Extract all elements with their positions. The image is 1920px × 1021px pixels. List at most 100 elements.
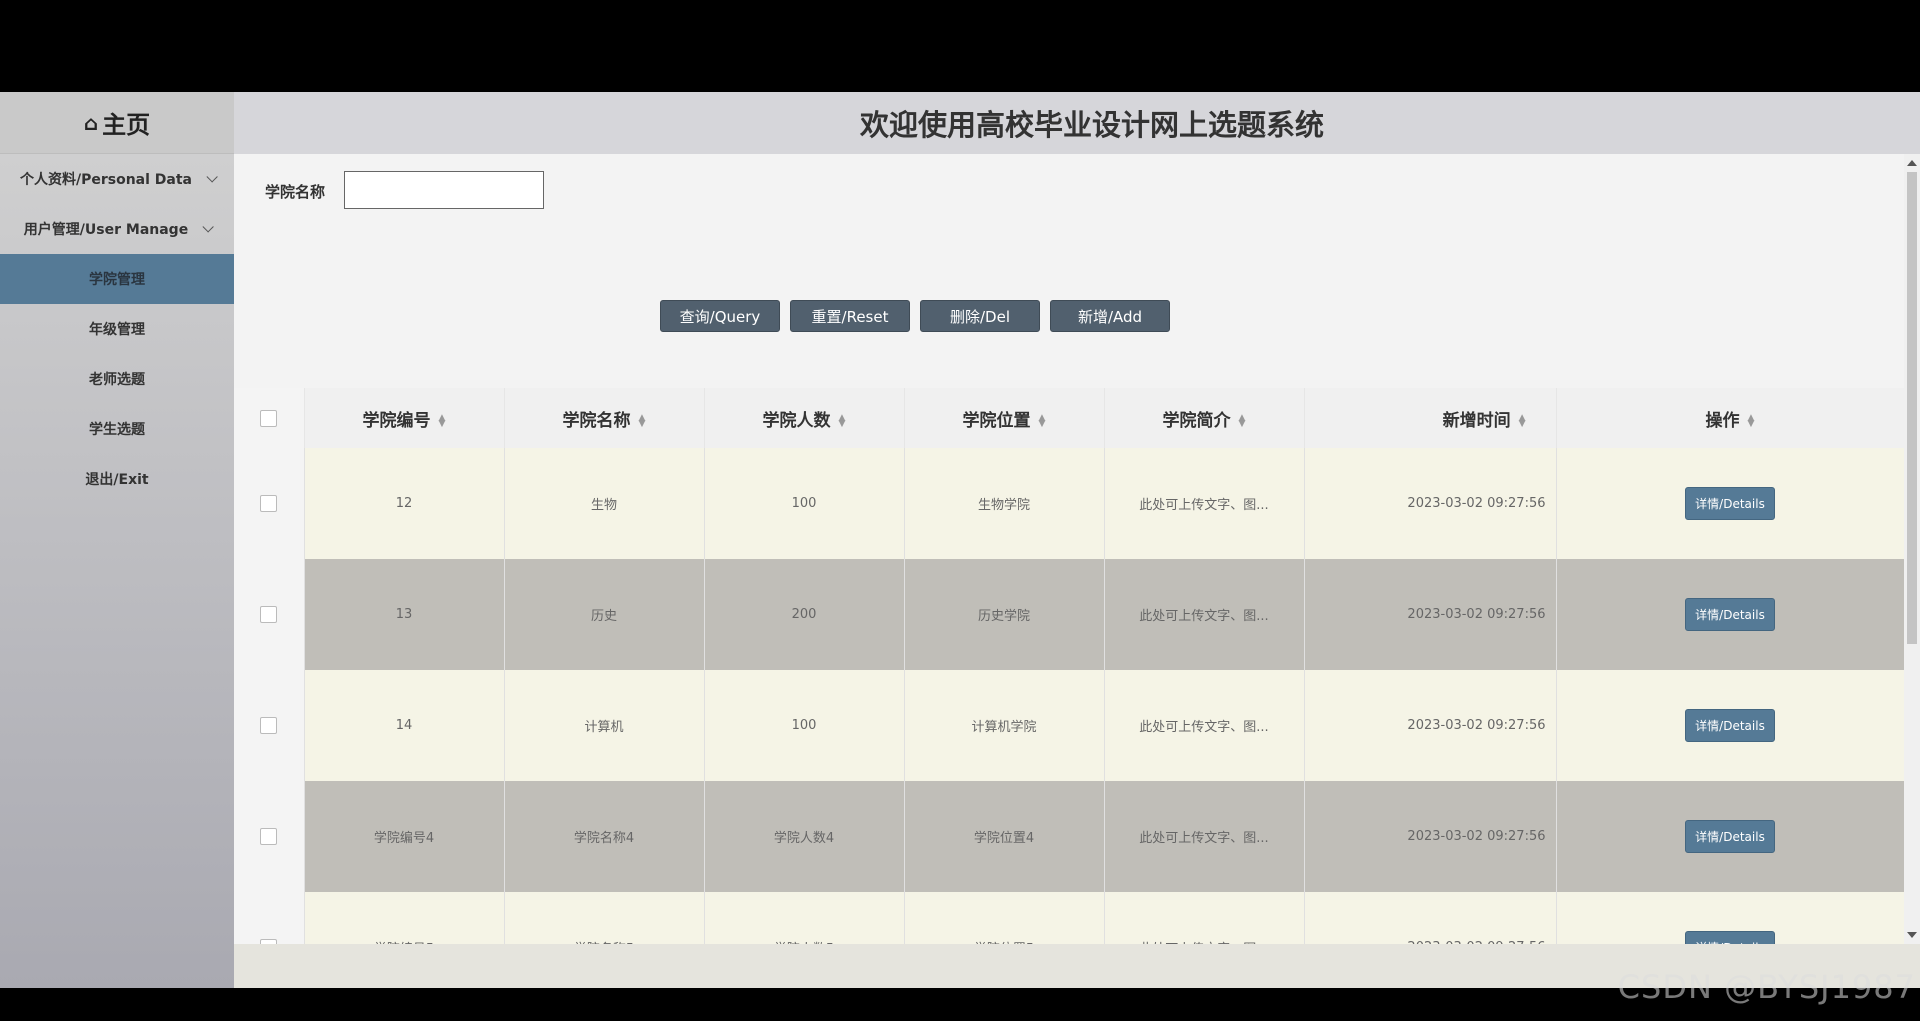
sidebar-item-student-topics[interactable]: 学生选题 [0, 404, 234, 454]
reset-button[interactable]: 重置/Reset [790, 300, 910, 332]
cell-location: 学院位置5 [904, 892, 1105, 944]
table-row: 学院编号5 学院名称5 学院人数5 学院位置5 此处可上传文字、图... 202… [234, 892, 1904, 944]
delete-button[interactable]: 删除/Del [920, 300, 1040, 332]
cell-location: 历史学院 [904, 559, 1105, 670]
row-checkbox[interactable] [260, 606, 278, 623]
row-checkbox[interactable] [260, 495, 278, 512]
cell-count: 学院人数4 [704, 781, 905, 892]
sidebar-item-label: 年级管理 [89, 322, 145, 338]
scroll-thumb[interactable] [1907, 172, 1917, 644]
scroll-up-icon[interactable] [1907, 160, 1917, 166]
sidebar-group-personal-data[interactable]: 个人资料/Personal Data [0, 154, 234, 204]
cell-location: 计算机学院 [904, 670, 1105, 781]
table-row: 13 历史 200 历史学院 此处可上传文字、图... 2023-03-02 0… [234, 559, 1904, 670]
cell-time: 2023-03-02 09:27:56 [1304, 781, 1557, 892]
details-button[interactable]: 详情/Details [1685, 598, 1775, 631]
cell-action: 详情/Details [1556, 670, 1904, 781]
cell-action: 详情/Details [1556, 559, 1904, 670]
cell-name: 历史 [504, 559, 705, 670]
sort-icon: ▲ ▼ [1038, 412, 1046, 429]
cell-action: 详情/Details [1556, 892, 1904, 944]
column-header[interactable]: 学院简介 ▲ ▼ [1104, 388, 1305, 448]
cell-name: 生物 [504, 448, 705, 559]
scroll-down-icon[interactable] [1907, 932, 1917, 938]
cell-count: 200 [704, 559, 905, 670]
select-all-checkbox[interactable] [260, 409, 278, 427]
cell-location: 学院位置4 [904, 781, 1105, 892]
cell-time: 2023-03-02 09:27:56 [1304, 892, 1557, 944]
cell-intro: 此处可上传文字、图... [1104, 892, 1305, 944]
column-header[interactable]: 学院编号 ▲ ▼ [304, 388, 505, 448]
add-button[interactable]: 新增/Add [1050, 300, 1170, 332]
column-header-label: 学院编号 [362, 410, 431, 431]
sidebar-item-college-manage[interactable]: 学院管理 [0, 254, 234, 304]
sidebar-item-grade-manage[interactable]: 年级管理 [0, 304, 234, 354]
data-table: 学院编号 ▲ ▼ 学院名称 ▲ ▼ 学院人数 ▲ ▼ 学院位置 ▲ ▼ 学院简介 ▲ ▼ 新增时间 ▲… [234, 388, 1904, 944]
sidebar-item-teacher-topics[interactable]: 老师选题 [0, 354, 234, 404]
sidebar-item-label: 退出/Exit [85, 472, 149, 488]
sort-icon: ▲ ▼ [1518, 412, 1526, 429]
college-name-input[interactable] [344, 171, 544, 209]
details-button[interactable]: 详情/Details [1685, 931, 1775, 944]
cell-id: 学院编号4 [304, 781, 505, 892]
cell-action: 详情/Details [1556, 781, 1904, 892]
select-all-cell [234, 388, 305, 448]
page-header: 欢迎使用高校毕业设计网上选题系统 [234, 92, 1920, 154]
details-button[interactable]: 详情/Details [1685, 820, 1775, 853]
row-checkbox[interactable] [260, 717, 278, 734]
row-select-cell [234, 670, 305, 781]
vertical-scrollbar[interactable] [1904, 154, 1920, 944]
column-header-label: 学院位置 [962, 410, 1031, 431]
sidebar: ⌂ 主页 个人资料/Personal Data 用户管理/User Manage… [0, 92, 234, 988]
details-button[interactable]: 详情/Details [1685, 709, 1775, 742]
cell-id: 12 [304, 448, 505, 559]
details-button[interactable]: 详情/Details [1685, 487, 1775, 520]
cell-name: 学院名称5 [504, 892, 705, 944]
column-header[interactable]: 学院名称 ▲ ▼ [504, 388, 705, 448]
query-button[interactable]: 查询/Query [660, 300, 780, 332]
cell-id: 14 [304, 670, 505, 781]
column-header[interactable]: 学院人数 ▲ ▼ [704, 388, 905, 448]
sidebar-group-user-manage[interactable]: 用户管理/User Manage [0, 204, 234, 254]
screen-top-black-bar [0, 0, 1920, 92]
column-header-label: 学院人数 [762, 410, 831, 431]
cell-time: 2023-03-02 09:27:56 [1304, 670, 1557, 781]
row-select-cell [234, 448, 305, 559]
cell-count: 100 [704, 448, 905, 559]
column-header[interactable]: 学院位置 ▲ ▼ [904, 388, 1105, 448]
sort-icon: ▲ ▼ [638, 412, 646, 429]
sort-icon: ▲ ▼ [1747, 412, 1755, 429]
search-label: 学院名称 [265, 183, 326, 201]
chevron-down-icon [206, 171, 218, 183]
column-header-label: 操作 [1705, 410, 1740, 431]
cell-count: 学院人数5 [704, 892, 905, 944]
main-content: 欢迎使用高校毕业设计网上选题系统 学院名称 查询/Query 重置/Reset … [234, 92, 1920, 988]
app-window: ⌂ 主页 个人资料/Personal Data 用户管理/User Manage… [0, 92, 1920, 988]
column-header-label: 新增时间 [1442, 410, 1511, 431]
page-title: 欢迎使用高校毕业设计网上选题系统 [859, 108, 1324, 142]
sidebar-home[interactable]: ⌂ 主页 [0, 92, 234, 154]
cell-location: 生物学院 [904, 448, 1105, 559]
cell-intro: 此处可上传文字、图... [1104, 670, 1305, 781]
sort-icon: ▲ ▼ [438, 412, 446, 429]
sidebar-item-label: 老师选题 [89, 372, 145, 388]
chevron-down-icon [202, 221, 214, 233]
row-select-cell [234, 559, 305, 670]
cell-intro: 此处可上传文字、图... [1104, 559, 1305, 670]
table-row: 14 计算机 100 计算机学院 此处可上传文字、图... 2023-03-02… [234, 670, 1904, 781]
cell-time: 2023-03-02 09:27:56 [1304, 448, 1557, 559]
sidebar-group-label: 用户管理/User Manage [23, 222, 189, 238]
table-header-row: 学院编号 ▲ ▼ 学院名称 ▲ ▼ 学院人数 ▲ ▼ 学院位置 ▲ ▼ 学院简介 ▲ ▼ 新增时间 ▲… [234, 388, 1904, 448]
sidebar-home-label: 主页 [102, 111, 151, 139]
column-header[interactable]: 操作 ▲ ▼ [1556, 388, 1904, 448]
sort-icon: ▲ ▼ [1238, 412, 1246, 429]
cell-intro: 此处可上传文字、图... [1104, 781, 1305, 892]
column-header[interactable]: 新增时间 ▲ ▼ [1304, 388, 1557, 448]
row-checkbox[interactable] [260, 828, 278, 845]
sidebar-item-label: 学生选题 [89, 422, 145, 438]
watermark: CSDN @BYSJ1987 [1617, 968, 1916, 1006]
row-select-cell [234, 892, 305, 944]
row-select-cell [234, 781, 305, 892]
cell-count: 100 [704, 670, 905, 781]
sidebar-item-exit[interactable]: 退出/Exit [0, 454, 234, 504]
